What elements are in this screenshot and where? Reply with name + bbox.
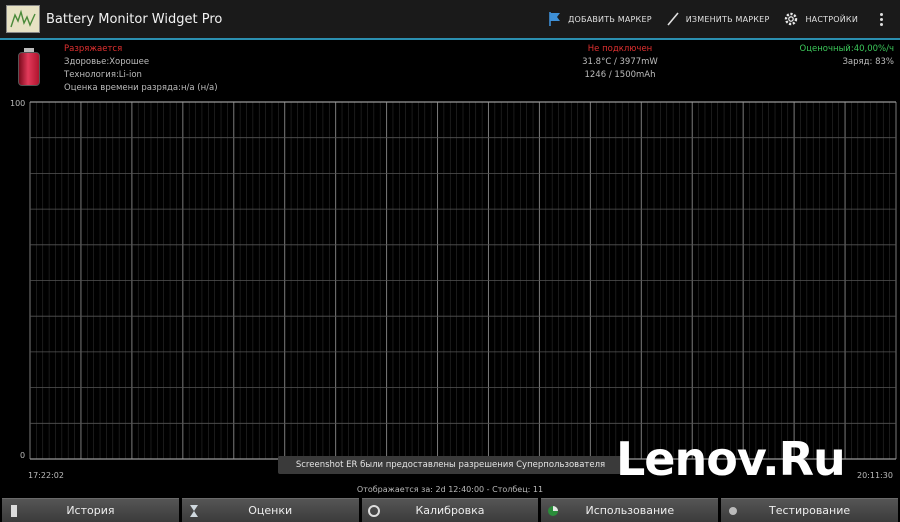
add-marker-button[interactable]: ДОБАВИТЬ МАРКЕР bbox=[548, 11, 652, 27]
bottom-tab-bar: История Оценки Калибровка Использование … bbox=[0, 498, 900, 522]
add-marker-label: ДОБАВИТЬ МАРКЕР bbox=[568, 14, 652, 24]
settings-label: НАСТРОЙКИ bbox=[805, 14, 858, 24]
chart-grid bbox=[29, 101, 897, 460]
x-axis-start-label: 17:22:02 bbox=[28, 471, 64, 480]
temperature-power: 31.8°C / 3977mW bbox=[582, 57, 658, 67]
tab-usage-label: Использование bbox=[585, 504, 675, 517]
y-axis-top-label: 100 bbox=[10, 99, 26, 108]
tab-history[interactable]: История bbox=[2, 498, 179, 522]
tab-calibration[interactable]: Калибровка bbox=[361, 498, 539, 522]
discharge-estimate: Оценка времени разряда:н/а (н/а) bbox=[64, 83, 218, 93]
tab-estimates[interactable]: Оценки bbox=[181, 498, 359, 522]
tab-testing[interactable]: Тестирование bbox=[721, 498, 898, 522]
battery-technology: Технология:Li-ion bbox=[64, 70, 142, 80]
tab-testing-label: Тестирование bbox=[769, 504, 851, 517]
hourglass-icon bbox=[188, 504, 200, 518]
chart-range-info: Отображается за: 2d 12:40:00 - Столбец: … bbox=[356, 485, 544, 494]
test-icon bbox=[727, 504, 739, 518]
gear-icon bbox=[783, 11, 799, 27]
plug-status: Не подключен bbox=[587, 44, 653, 54]
edit-marker-button[interactable]: ИЗМЕНИТЬ МАРКЕР bbox=[666, 11, 770, 27]
pie-chart-icon bbox=[547, 504, 559, 518]
settings-button[interactable]: НАСТРОЙКИ bbox=[783, 11, 858, 27]
tab-usage[interactable]: Использование bbox=[541, 498, 719, 522]
tab-estimates-label: Оценки bbox=[248, 504, 293, 517]
estimated-rate: Оценочный:40,00%/ч bbox=[799, 44, 894, 54]
y-axis-bottom-label: 0 bbox=[20, 451, 26, 460]
x-axis-end-label: 20:11:30 bbox=[857, 471, 893, 480]
app-title: Battery Monitor Widget Pro bbox=[46, 11, 223, 27]
app-icon[interactable] bbox=[6, 5, 40, 33]
battery-health: Здоровье:Хорошее bbox=[64, 57, 150, 67]
action-bar: Battery Monitor Widget Pro ДОБАВИТЬ МАРК… bbox=[0, 0, 900, 38]
calibration-icon bbox=[367, 504, 380, 518]
battery-small-icon bbox=[8, 504, 20, 518]
edit-marker-label: ИЗМЕНИТЬ МАРКЕР bbox=[685, 14, 770, 24]
flag-icon bbox=[548, 11, 562, 27]
battery-history-chart[interactable]: 100 0 17:22:02 20:11:30 bbox=[0, 97, 900, 482]
superuser-toast: Screenshot ER были предоставлены разреше… bbox=[278, 456, 623, 474]
battery-capacity: 1246 / 1500mAh bbox=[584, 70, 656, 80]
battery-state: Разряжается bbox=[64, 44, 123, 54]
tab-history-label: История bbox=[66, 504, 115, 517]
site-watermark: Lenov.Ru bbox=[616, 432, 846, 486]
tab-calibration-label: Калибровка bbox=[415, 504, 485, 517]
pencil-icon bbox=[666, 11, 680, 27]
overflow-menu-icon[interactable] bbox=[872, 12, 890, 26]
battery-icon bbox=[18, 48, 40, 86]
battery-status-panel: Разряжается Здоровье:Хорошее Технология:… bbox=[0, 40, 900, 96]
charge-level: Заряд: 83% bbox=[842, 57, 894, 67]
